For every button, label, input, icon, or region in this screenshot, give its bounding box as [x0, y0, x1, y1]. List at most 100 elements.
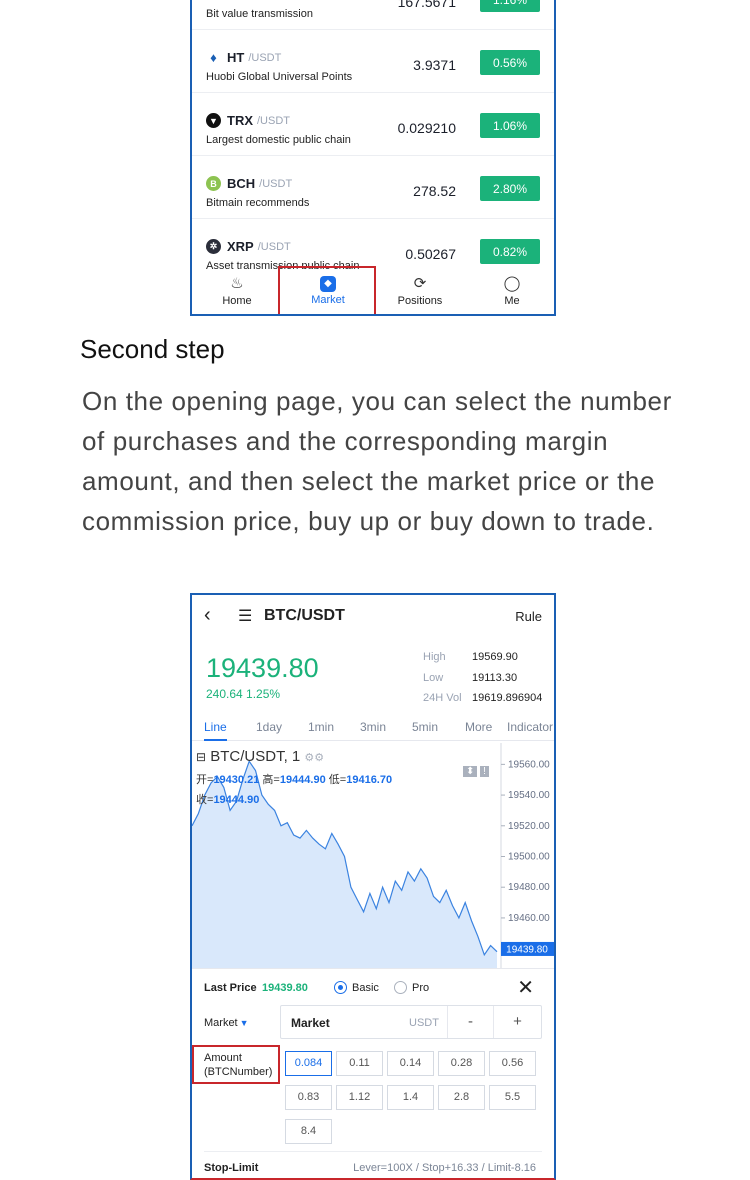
- collapse-icon[interactable]: ⊟: [196, 750, 206, 764]
- coin-name: ✲ XRP/USDT: [206, 239, 291, 254]
- tab-3min[interactable]: 3min: [360, 720, 386, 734]
- bitcoin-cash-icon: B: [206, 176, 221, 191]
- pair-title[interactable]: BTC/USDT: [264, 607, 345, 625]
- mode-basic-label: Basic: [352, 981, 379, 994]
- tab-me-label: Me: [504, 295, 520, 307]
- home-icon: ♨: [230, 275, 244, 292]
- bottom-tab-bar: ♨ Home ◆ Market ⟳ Positions ◯ Me: [192, 269, 554, 314]
- price-change: 240.64 1.25%: [206, 687, 281, 701]
- tab-home[interactable]: ♨ Home: [192, 269, 282, 314]
- coin-change-badge: 1.16%: [480, 0, 540, 12]
- stat-vol-value: 19619.896904: [472, 692, 543, 704]
- decrease-button[interactable]: -: [447, 1006, 493, 1038]
- amount-option[interactable]: 0.14: [387, 1051, 434, 1076]
- order-panel: Last Price 19439.80 Basic Pro ✕ Market ▼ …: [192, 968, 554, 1178]
- tab-1day[interactable]: 1day: [256, 720, 282, 734]
- last-price-label: Last Price: [204, 982, 257, 994]
- coin-price: 3.9371: [413, 57, 456, 73]
- stat-high-label: High: [423, 651, 446, 663]
- coin-row[interactable]: B BCH/USDT Bitmain recommends 278.52 2.80%: [192, 156, 554, 219]
- amount-label: Amount (BTCNumber): [204, 1051, 272, 1079]
- tab-1min[interactable]: 1min: [308, 720, 334, 734]
- coin-row[interactable]: ▼ TRX/USDT Largest domestic public chain 0.…: [192, 93, 554, 156]
- radio-dot: [334, 981, 347, 994]
- coin-desc: Huobi Global Universal Points: [206, 71, 353, 83]
- tab-market-label: Market: [311, 294, 345, 306]
- amount-option[interactable]: 1.4: [387, 1085, 434, 1110]
- positions-icon: ⟳: [413, 275, 427, 292]
- coin-symbol: TRX: [227, 113, 253, 128]
- close-legend: 收=19444.90: [196, 791, 259, 807]
- tab-more[interactable]: More: [465, 720, 492, 734]
- amount-option[interactable]: 0.83: [285, 1085, 332, 1110]
- amount-label-line1: Amount: [204, 1052, 242, 1064]
- stop-limit-label[interactable]: Stop-Limit: [204, 1162, 258, 1174]
- coin-symbol: BCH: [227, 176, 256, 191]
- coin-row[interactable]: ♦ HT/USDT Huobi Global Universal Points 3.9…: [192, 30, 554, 93]
- coin-pair: /USDT: [259, 177, 293, 190]
- last-price-value: 19439.80: [262, 982, 308, 994]
- step-description: On the opening page, you can select the …: [82, 386, 672, 536]
- coin-price: 0.50267: [405, 246, 456, 262]
- price-input-label: Market: [291, 1016, 330, 1030]
- coin-price: 278.52: [413, 183, 456, 199]
- order-type-label: Market: [204, 1017, 238, 1029]
- caret-down-icon: ▼: [239, 1018, 249, 1028]
- amount-option[interactable]: 0.28: [438, 1051, 485, 1076]
- close-icon[interactable]: ✕: [517, 975, 534, 1000]
- open-label: 开=: [196, 774, 214, 786]
- y-tick-label: 19460.00: [508, 913, 550, 924]
- tab-5min[interactable]: 5min: [412, 720, 438, 734]
- amount-option[interactable]: 1.12: [336, 1085, 383, 1110]
- coin-pair: /USDT: [248, 51, 282, 64]
- amount-option[interactable]: 0.56: [489, 1051, 536, 1076]
- coin-row-partial[interactable]: Bit value transmission 167.5671 1.16%: [192, 0, 554, 30]
- y-tick-label: 19500.00: [508, 852, 550, 863]
- chart-symbol-label: BTC/USDT, 1: [210, 748, 301, 765]
- amount-option[interactable]: 0.084: [285, 1051, 332, 1076]
- trade-header: ‹ ☰ BTC/USDT Rule: [192, 595, 554, 639]
- price-unit: USDT: [409, 1017, 439, 1029]
- market-icon: ◆: [320, 276, 336, 292]
- tab-me[interactable]: ◯ Me: [467, 269, 554, 314]
- stat-high-value: 19569.90: [472, 651, 518, 663]
- coin-price: 0.029210: [397, 120, 456, 136]
- menu-icon[interactable]: ☰: [238, 606, 252, 626]
- last-price-marker-label: 19439.80: [506, 944, 548, 955]
- back-arrow-icon[interactable]: ‹: [204, 604, 211, 627]
- coin-change-badge: 0.82%: [480, 239, 540, 264]
- coin-desc: Bitmain recommends: [206, 197, 310, 209]
- tab-line[interactable]: Line: [204, 720, 227, 741]
- mode-basic-radio[interactable]: Basic: [334, 981, 379, 994]
- tab-home-label: Home: [222, 295, 252, 307]
- tab-positions-label: Positions: [397, 295, 443, 307]
- coin-pair: /USDT: [257, 114, 290, 127]
- chart-settings-icon[interactable]: ⚙⚙: [304, 752, 324, 764]
- mode-pro-radio[interactable]: Pro: [394, 981, 429, 994]
- increase-button[interactable]: +: [493, 1006, 541, 1038]
- amount-option[interactable]: 5.5: [489, 1085, 536, 1110]
- mode-pro-label: Pro: [412, 981, 430, 994]
- tab-indicator[interactable]: Indicator: [507, 720, 553, 734]
- market-list-screenshot: Bit value transmission 167.5671 1.16% ♦ H…: [190, 0, 556, 316]
- coin-desc: Bit value transmission: [206, 8, 313, 20]
- amount-option[interactable]: 0.11: [336, 1051, 383, 1076]
- y-tick-label: 19560.00: [508, 759, 550, 770]
- coin-name: B BCH/USDT: [206, 176, 292, 191]
- order-type-dropdown[interactable]: Market ▼: [204, 1017, 249, 1029]
- current-price: 19439.80: [206, 653, 319, 683]
- y-tick-label: 19480.00: [508, 882, 550, 893]
- coin-change-badge: 1.06%: [480, 113, 540, 138]
- low-value: 19416.70: [346, 774, 393, 786]
- tab-market[interactable]: ◆ Market: [283, 269, 373, 314]
- divider: [204, 1151, 542, 1152]
- amount-option[interactable]: 8.4: [285, 1119, 332, 1144]
- tab-positions[interactable]: ⟳ Positions: [375, 269, 465, 314]
- high-value: 19444.90: [279, 774, 326, 786]
- rule-link[interactable]: Rule: [515, 609, 542, 624]
- price-input-box[interactable]: Market USDT - +: [280, 1005, 542, 1039]
- chart-toggle-icons[interactable]: ⬍ !: [463, 766, 489, 777]
- amount-option[interactable]: 2.8: [438, 1085, 485, 1110]
- y-axis-ticks: 19560.00 19540.00 19520.00 19500.00 19480.00…: [501, 759, 550, 924]
- ripple-icon: ✲: [206, 239, 221, 254]
